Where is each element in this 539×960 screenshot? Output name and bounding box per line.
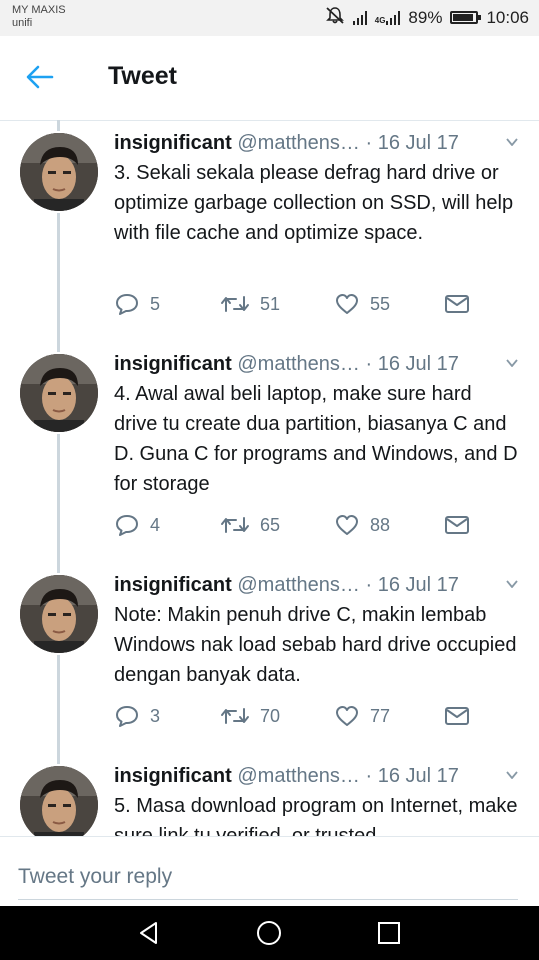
reply-icon [116, 706, 138, 727]
avatar[interactable] [20, 133, 98, 211]
signal-icon [352, 10, 367, 25]
retweet-button[interactable]: 51 [220, 289, 280, 319]
author-handle[interactable]: @matthens… [237, 353, 360, 375]
back-button[interactable] [24, 62, 60, 92]
profile-photo [20, 133, 98, 211]
reply-bar [0, 836, 539, 907]
retweet-button[interactable]: 70 [220, 701, 280, 731]
network-type: 4G [374, 15, 386, 25]
separator-dot: · [365, 765, 373, 787]
retweet-icon [221, 708, 249, 724]
battery-icon [450, 11, 482, 24]
like-button[interactable]: 77 [334, 701, 390, 731]
retweet-count: 65 [260, 514, 281, 535]
reply-icon [116, 515, 138, 536]
envelope-icon [445, 707, 469, 725]
mobile-data-icon: 4G [374, 10, 401, 25]
tweet-text: Note: Makin penuh drive C, makin lembab … [114, 604, 517, 686]
like-count: 88 [370, 514, 391, 535]
tweet-date: 16 Jul 17 [377, 765, 459, 787]
tweet-text: 3. Sekali sekala please defrag hard driv… [114, 162, 514, 244]
like-button[interactable]: 88 [334, 510, 390, 540]
carrier-name: MY MAXIS [12, 4, 66, 16]
separator-dot: · [365, 574, 373, 596]
page-title: Tweet [108, 62, 177, 90]
reply-count: 4 [150, 514, 161, 535]
chevron-down-icon[interactable] [504, 576, 520, 592]
tweet-header: insignificant @matthens… · 16 Jul 17 [114, 128, 524, 158]
direct-message-button[interactable] [444, 289, 470, 319]
envelope-icon [445, 295, 469, 313]
author-handle[interactable]: @matthens… [237, 574, 360, 596]
tweet-date: 16 Jul 17 [377, 132, 459, 154]
status-icons: 4G 89% 10:06 [325, 6, 529, 29]
tweet-header: insignificant @matthens… · 16 Jul 17 [114, 349, 524, 379]
chevron-down-icon[interactable] [504, 767, 520, 783]
tweet-thread[interactable]: insignificant @matthens… · 16 Jul 17 3. … [0, 120, 539, 836]
reply-button[interactable]: 5 [114, 289, 160, 319]
battery-percent: 89% [408, 7, 443, 27]
reply-input[interactable] [18, 855, 518, 900]
nav-back-icon[interactable] [136, 919, 164, 947]
like-button[interactable]: 55 [334, 289, 390, 319]
direct-message-button[interactable] [444, 510, 470, 540]
heart-icon [336, 515, 358, 535]
like-count: 55 [370, 293, 391, 314]
app-header: Tweet [0, 36, 539, 121]
tweet-item[interactable]: insignificant @matthens… · 16 Jul 17 3. … [0, 128, 539, 340]
author-name[interactable]: insignificant [114, 132, 232, 154]
direct-message-button[interactable] [444, 701, 470, 731]
tweet-header: insignificant @matthens… · 16 Jul 17 [114, 761, 524, 791]
tweet-text: 5. Masa download program on Internet, ma… [114, 795, 518, 836]
heart-icon [336, 706, 358, 726]
author-name[interactable]: insignificant [114, 574, 232, 596]
carrier-secondary: unifi [12, 17, 33, 29]
tweet-actions: 4 65 88 [114, 510, 494, 540]
reply-button[interactable]: 3 [114, 701, 160, 731]
retweet-count: 70 [260, 705, 281, 726]
author-handle[interactable]: @matthens… [237, 132, 360, 154]
heart-icon [336, 294, 358, 314]
author-name[interactable]: insignificant [114, 353, 232, 375]
separator-dot: · [365, 132, 373, 154]
reply-count: 5 [150, 293, 161, 314]
nav-recents-icon[interactable] [375, 919, 403, 947]
chevron-down-icon[interactable] [504, 355, 520, 371]
mute-icon [325, 6, 345, 29]
tweet-item[interactable]: insignificant @matthens… · 16 Jul 17 5. … [0, 761, 539, 836]
tweet-date: 16 Jul 17 [377, 574, 459, 596]
retweet-count: 51 [260, 293, 281, 314]
like-count: 77 [370, 705, 391, 726]
tweet-item[interactable]: insignificant @matthens… · 16 Jul 17 Not… [0, 570, 539, 750]
retweet-icon [221, 517, 249, 533]
tweet-date: 16 Jul 17 [377, 353, 459, 375]
carrier-info: MY MAXIS unifi [12, 4, 66, 30]
system-nav-bar [0, 906, 539, 960]
avatar[interactable] [20, 354, 98, 432]
status-bar: MY MAXIS unifi 4G 89% 10:06 [0, 0, 539, 36]
chevron-down-icon[interactable] [504, 134, 520, 150]
arrow-left-icon [26, 65, 54, 89]
author-handle[interactable]: @matthens… [237, 765, 360, 787]
profile-photo [20, 354, 98, 432]
reply-count: 3 [150, 705, 161, 726]
tweet-actions: 5 51 55 [114, 289, 494, 319]
nav-home-icon[interactable] [255, 919, 283, 947]
avatar[interactable] [20, 766, 98, 836]
retweet-button[interactable]: 65 [220, 510, 280, 540]
author-name[interactable]: insignificant [114, 765, 232, 787]
profile-photo [20, 766, 98, 836]
tweet-item[interactable]: insignificant @matthens… · 16 Jul 17 4. … [0, 349, 539, 561]
separator-dot: · [365, 353, 373, 375]
tweet-text: 4. Awal awal beli laptop, make sure hard… [114, 383, 518, 495]
avatar[interactable] [20, 575, 98, 653]
reply-button[interactable]: 4 [114, 510, 160, 540]
reply-icon [116, 294, 138, 315]
clock: 10:06 [486, 7, 529, 27]
profile-photo [20, 575, 98, 653]
tweet-actions: 3 70 77 [114, 701, 494, 731]
retweet-icon [221, 296, 249, 312]
envelope-icon [445, 516, 469, 534]
tweet-header: insignificant @matthens… · 16 Jul 17 [114, 570, 524, 600]
